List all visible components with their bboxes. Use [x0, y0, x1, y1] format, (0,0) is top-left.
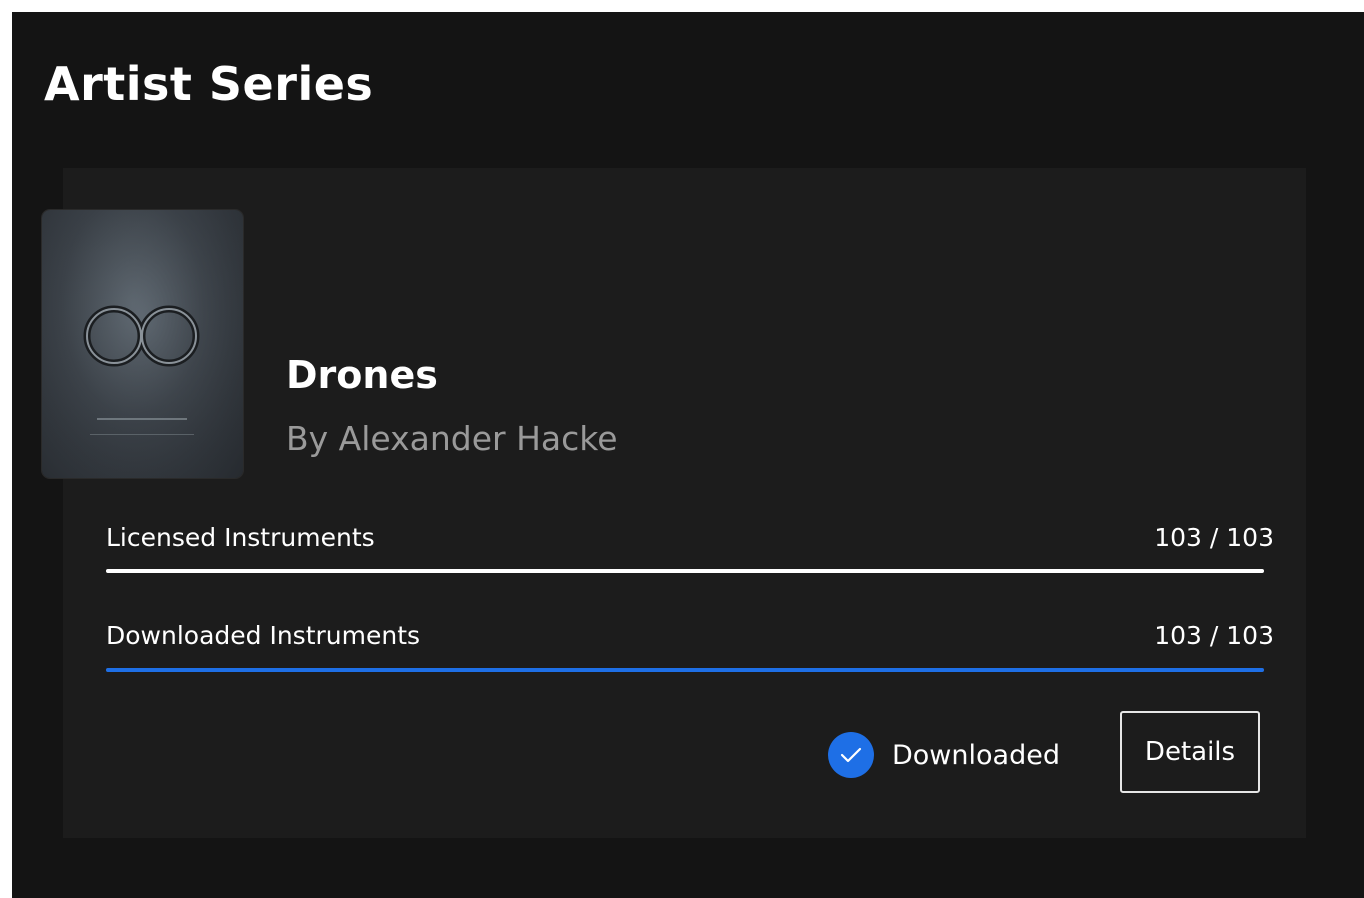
downloaded-progress-fill	[106, 668, 1264, 672]
downloaded-instruments-label: Downloaded Instruments	[106, 621, 421, 650]
check-circle-icon	[828, 732, 874, 778]
licensed-progress-fill	[106, 569, 1264, 573]
product-name: Drones	[286, 353, 438, 397]
section-title: Artist Series	[44, 57, 374, 111]
details-button[interactable]: Details	[1120, 711, 1260, 793]
licensed-progress-bar	[106, 569, 1264, 573]
download-status-label: Downloaded	[892, 739, 1060, 771]
downloaded-progress-bar	[106, 668, 1264, 672]
download-status: Downloaded	[828, 732, 1060, 778]
licensed-instruments-label: Licensed Instruments	[106, 523, 375, 552]
product-artist: By Alexander Hacke	[286, 419, 618, 458]
downloaded-instruments-count: 103 / 103	[1154, 621, 1274, 650]
product-cover-image[interactable]	[42, 210, 243, 478]
infinity-artwork-icon	[42, 210, 243, 478]
licensed-instruments-count: 103 / 103	[1154, 523, 1274, 552]
